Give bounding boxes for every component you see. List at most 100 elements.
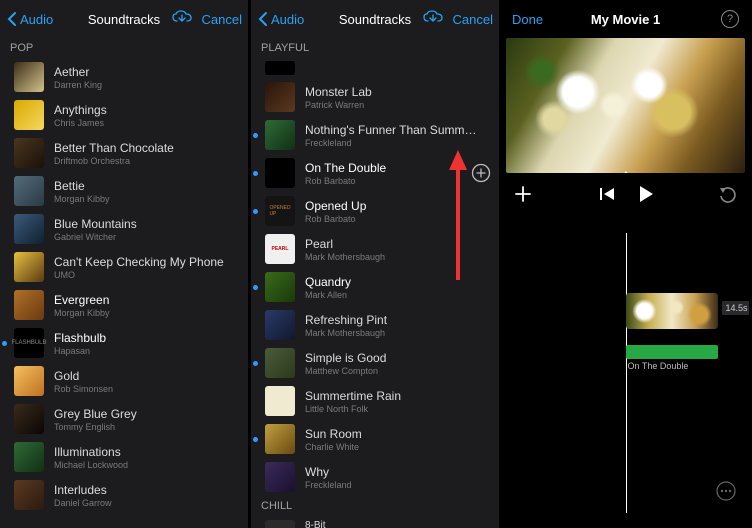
track-row[interactable]: 8-Bit [251, 516, 499, 528]
chevron-left-icon [257, 11, 269, 27]
track-row[interactable]: EvergreenMorgan Kibby [0, 286, 248, 324]
track-row[interactable]: Can't Keep Checking My PhoneUMO [0, 248, 248, 286]
section-header: POP [0, 38, 248, 58]
track-title: Gold [54, 369, 240, 383]
soundtracks-panel-playful: Audio Soundtracks Cancel PLAYFUL Monster… [251, 0, 502, 528]
track-artist: Tommy English [54, 422, 240, 432]
album-art [14, 62, 44, 92]
track-row[interactable]: Better Than ChocolateDriftmob Orchestra [0, 134, 248, 172]
track-artist: Matthew Compton [305, 366, 491, 376]
track-title: Refreshing Pint [305, 313, 491, 327]
album-art [14, 138, 44, 168]
video-preview[interactable] [506, 38, 745, 173]
section-header: PLAYFUL [251, 38, 499, 58]
track-row[interactable]: Nothing's Funner Than Summ…Freckleland [251, 116, 499, 154]
track-row[interactable]: Monster LabPatrick Warren [251, 78, 499, 116]
undo-button[interactable] [719, 185, 737, 203]
track-artist: Morgan Kibby [54, 308, 240, 318]
audio-clip[interactable] [626, 345, 718, 359]
track-row[interactable]: PEARLPearlMark Mothersbaugh [251, 230, 499, 268]
track-row[interactable]: InterludesDaniel Garrow [0, 476, 248, 514]
track-row[interactable]: Grey Blue GreyTommy English [0, 400, 248, 438]
navbar: Audio Soundtracks Cancel [251, 0, 499, 38]
nav-right: Cancel [423, 10, 493, 29]
downloaded-dot-icon [253, 133, 258, 138]
track-row[interactable] [251, 58, 499, 78]
track-artist: Freckleland [305, 480, 491, 490]
back-label: Audio [20, 12, 53, 27]
album-art [14, 100, 44, 130]
track-artist: Gabriel Witcher [54, 232, 240, 242]
track-row[interactable]: Simple is GoodMatthew Compton [251, 344, 499, 382]
track-title: Can't Keep Checking My Phone [54, 255, 240, 269]
album-art [265, 386, 295, 416]
album-art: OPENEDUP [265, 196, 295, 226]
track-row[interactable]: OPENEDUPOpened UpRob Barbato [251, 192, 499, 230]
playhead-handle-icon [620, 171, 632, 173]
track-title: Better Than Chocolate [54, 141, 240, 155]
track-artist: Chris James [54, 118, 240, 128]
track-row[interactable]: FLASHBULBFlashbulbHapasan [0, 324, 248, 362]
add-media-button[interactable] [514, 185, 532, 203]
track-row[interactable]: QuandryMark Allen [251, 268, 499, 306]
album-art [14, 442, 44, 472]
track-title: On The Double [305, 161, 471, 175]
track-row[interactable]: WhyFreckleland [251, 458, 499, 496]
play-button[interactable] [638, 185, 654, 203]
soundtracks-panel-pop: Audio Soundtracks Cancel POP AetherDarre… [0, 0, 251, 528]
album-art [14, 214, 44, 244]
album-art: PEARL [265, 234, 295, 264]
track-title: Simple is Good [305, 351, 491, 365]
track-row[interactable]: BettieMorgan Kibby [0, 172, 248, 210]
track-row[interactable]: AetherDarren King [0, 58, 248, 96]
track-row[interactable]: On The DoubleRob Barbato [251, 154, 499, 192]
track-artist: Rob Barbato [305, 176, 471, 186]
nav-title: Soundtracks [88, 12, 160, 27]
cloud-download-icon[interactable] [423, 10, 443, 29]
cancel-button[interactable]: Cancel [202, 12, 242, 27]
track-row[interactable]: Sun RoomCharlie White [251, 420, 499, 458]
timeline[interactable]: 14.5s On The Double [502, 233, 749, 513]
track-artist: Patrick Warren [305, 100, 491, 110]
track-title: Grey Blue Grey [54, 407, 240, 421]
track-artist: UMO [54, 270, 240, 280]
track-title: Summertime Rain [305, 389, 491, 403]
track-list[interactable]: 8-Bit [251, 516, 499, 528]
skip-back-button[interactable] [598, 187, 616, 201]
album-art [265, 61, 295, 75]
album-art [14, 290, 44, 320]
track-title: Nothing's Funner Than Summ… [305, 123, 491, 137]
track-row[interactable]: Blue MountainsGabriel Witcher [0, 210, 248, 248]
album-art [14, 252, 44, 282]
back-label: Audio [271, 12, 304, 27]
album-art [265, 348, 295, 378]
track-artist: Little North Folk [305, 404, 491, 414]
track-row[interactable]: IlluminationsMichael Lockwood [0, 438, 248, 476]
cancel-button[interactable]: Cancel [453, 12, 493, 27]
back-button[interactable]: Audio [257, 11, 304, 27]
track-title: Aether [54, 65, 240, 79]
help-icon[interactable]: ? [721, 10, 739, 28]
track-row[interactable]: Summertime RainLittle North Folk [251, 382, 499, 420]
track-list[interactable]: Monster LabPatrick Warren Nothing's Funn… [251, 58, 499, 496]
more-options-button[interactable] [715, 480, 737, 507]
track-row[interactable]: GoldRob Simonsen [0, 362, 248, 400]
track-row[interactable]: Refreshing PintMark Mothersbaugh [251, 306, 499, 344]
video-clip[interactable] [626, 293, 718, 329]
album-art [14, 176, 44, 206]
done-button[interactable]: Done [512, 12, 543, 27]
cloud-download-icon[interactable] [172, 10, 192, 29]
album-art [265, 82, 295, 112]
track-row[interactable]: AnythingsChris James [0, 96, 248, 134]
track-artist: Morgan Kibby [54, 194, 240, 204]
track-title: Anythings [54, 103, 240, 117]
add-track-button[interactable] [471, 163, 491, 183]
audio-clip-label: On The Double [626, 361, 689, 371]
album-art [265, 120, 295, 150]
downloaded-dot-icon [253, 361, 258, 366]
back-button[interactable]: Audio [6, 11, 53, 27]
track-list[interactable]: AetherDarren King AnythingsChris James B… [0, 58, 248, 514]
track-title: Pearl [305, 237, 491, 251]
track-artist: Daniel Garrow [54, 498, 240, 508]
downloaded-dot-icon [253, 209, 258, 214]
